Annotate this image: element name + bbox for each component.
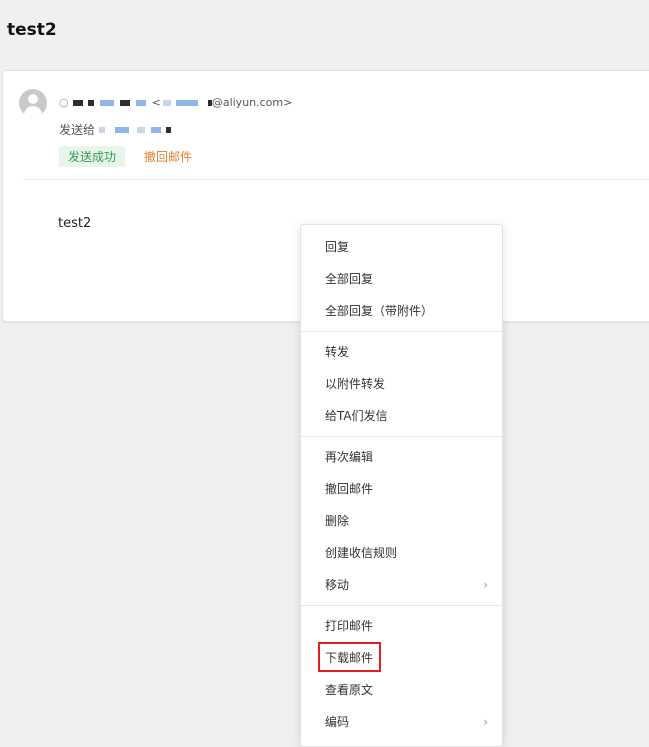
menu-item-edit-again[interactable]: 再次编辑 <box>301 442 502 472</box>
menu-item-label: 给TA们发信 <box>325 409 388 423</box>
sender-email-redacted <box>161 96 212 109</box>
menu-item-label: 创建收信规则 <box>325 546 398 560</box>
menu-item-label: 编码 <box>325 715 350 729</box>
menu-separator <box>301 605 502 606</box>
menu-separator <box>301 436 502 437</box>
menu-item-recall[interactable]: 撤回邮件 <box>301 474 502 504</box>
mail-status-row: 发送成功 撤回邮件 <box>59 146 192 167</box>
menu-item-move[interactable]: 移动 › <box>301 570 502 600</box>
mail-body: test2 <box>58 216 92 231</box>
menu-item-label: 全部回复 <box>325 272 374 286</box>
menu-item-label: 以附件转发 <box>325 377 386 391</box>
menu-item-send-to-them[interactable]: 给TA们发信 <box>301 401 502 431</box>
menu-item-reply[interactable]: 回复 <box>301 232 502 262</box>
chevron-right-icon: › <box>483 715 488 729</box>
sender-name-redacted <box>72 96 146 109</box>
menu-item-label: 全部回复（带附件） <box>325 304 434 318</box>
menu-item-delete[interactable]: 删除 <box>301 506 502 536</box>
menu-item-label: 转发 <box>325 345 350 359</box>
menu-separator <box>301 331 502 332</box>
header-divider <box>23 179 649 180</box>
menu-item-encoding[interactable]: 编码 › <box>301 707 502 737</box>
recipient-line[interactable]: 发送给 <box>59 121 172 138</box>
sender-line[interactable]: ○ < @aliyun.com> <box>59 96 292 109</box>
status-badge: 发送成功 <box>59 146 126 167</box>
menu-item-label: 移动 <box>325 578 350 592</box>
menu-item-create-rule[interactable]: 创建收信规则 <box>301 538 502 568</box>
menu-item-view-source[interactable]: 查看原文 <box>301 675 502 705</box>
menu-item-forward-as-attachment[interactable]: 以附件转发 <box>301 369 502 399</box>
avatar[interactable] <box>19 89 47 117</box>
sender-status-dot: ○ <box>59 96 69 109</box>
menu-item-reply-all[interactable]: 全部回复 <box>301 264 502 294</box>
menu-item-label: 删除 <box>325 514 350 528</box>
sender-open-bracket: < <box>151 96 161 109</box>
chevron-right-icon: › <box>483 578 488 592</box>
menu-item-print[interactable]: 打印邮件 <box>301 611 502 641</box>
highlight-box <box>318 642 381 672</box>
recipient-name-redacted <box>95 123 172 137</box>
menu-item-label: 再次编辑 <box>325 450 374 464</box>
avatar-head <box>28 94 38 104</box>
menu-item-label: 回复 <box>325 240 350 254</box>
menu-item-label: 撤回邮件 <box>325 482 374 496</box>
page-title: test2 <box>7 20 57 40</box>
menu-item-label: 打印邮件 <box>325 619 374 633</box>
menu-item-forward[interactable]: 转发 <box>301 337 502 367</box>
menu-item-reply-all-attachments[interactable]: 全部回复（带附件） <box>301 296 502 326</box>
menu-item-label: 查看原文 <box>325 683 374 697</box>
recipient-prefix: 发送给 <box>59 123 96 137</box>
recall-link[interactable]: 撤回邮件 <box>144 148 192 165</box>
sender-domain: @aliyun.com> <box>211 96 293 109</box>
avatar-body <box>24 106 42 117</box>
